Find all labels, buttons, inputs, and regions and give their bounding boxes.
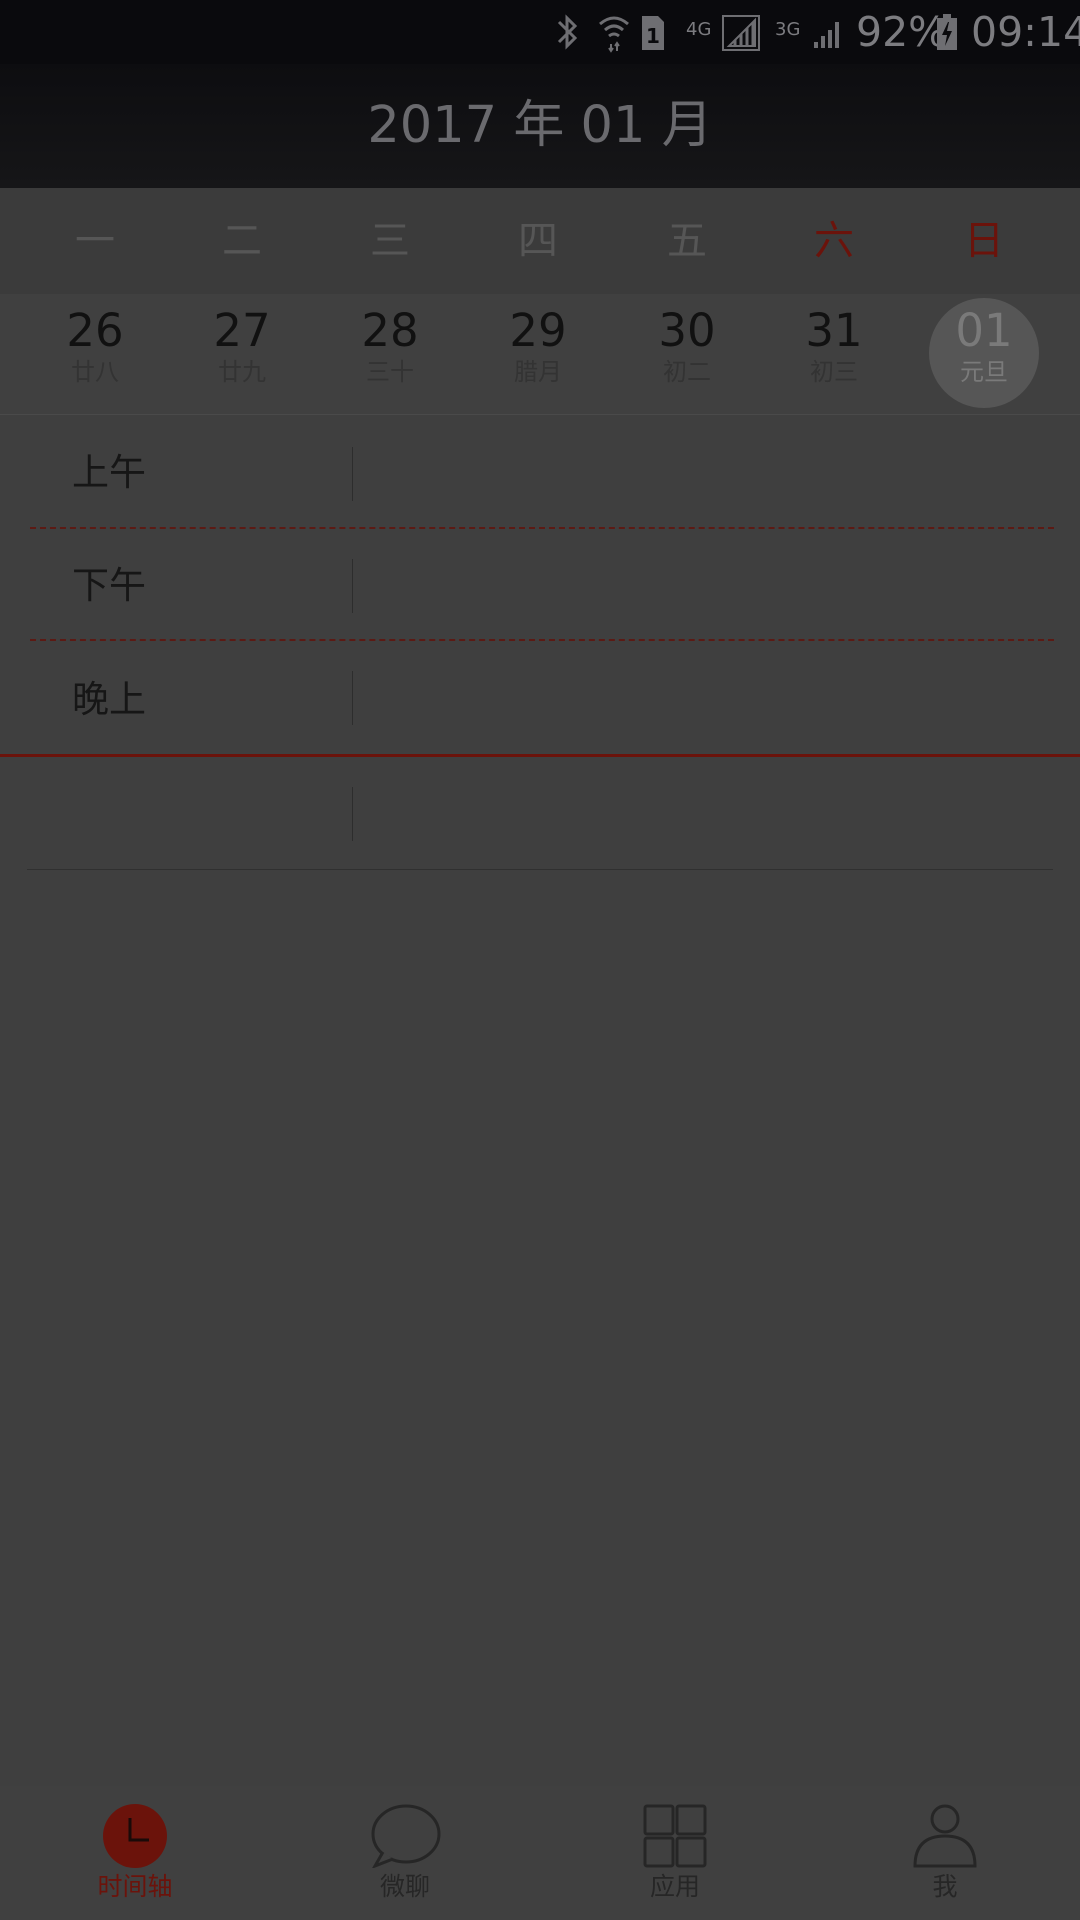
nav-label: 应用 [649, 1872, 700, 1901]
day-cell[interactable]: 26 廿八 [21, 294, 169, 414]
period-afternoon[interactable]: 下午 [0, 528, 1080, 640]
nav-me[interactable]: 我 [810, 1786, 1080, 1920]
signal-4g-icon [722, 15, 760, 51]
bottom-nav: 时间轴 微聊 应用 我 [0, 1786, 1080, 1920]
day-number: 27 [213, 304, 271, 357]
timeline-divider [352, 671, 353, 725]
day-number: 30 [658, 304, 716, 357]
timeline-divider [352, 559, 353, 613]
day-number: 28 [361, 304, 419, 357]
row-separator [27, 869, 1053, 870]
timeline-divider [352, 787, 353, 841]
wifi-icon [599, 16, 629, 53]
nav-label: 微聊 [379, 1872, 430, 1901]
nav-label: 我 [932, 1872, 958, 1901]
weekday-thu: 四 [518, 218, 558, 264]
status-bar: 1 4G 3G 92% 09:14 [0, 0, 1080, 64]
weekday-fri: 五 [667, 218, 707, 264]
apps-grid-icon [643, 1804, 707, 1868]
weekday-mon: 一 [75, 218, 115, 264]
clock-icon [103, 1804, 167, 1868]
day-number: 26 [66, 304, 124, 357]
clock-time: 09:14 [971, 8, 1080, 56]
network-4g-label: 4G [686, 19, 712, 40]
day-number: 29 [509, 304, 567, 357]
network-3g-label: 3G [775, 19, 801, 40]
weekday-header: 一 二 三 四 五 六 日 [0, 188, 1080, 294]
weekday-wed: 三 [370, 218, 410, 264]
day-cell[interactable]: 29 腊月 [464, 294, 612, 414]
lunar-date: 元旦 [960, 358, 1008, 386]
day-cell[interactable]: 28 三十 [316, 294, 464, 414]
battery-charging-icon [937, 14, 957, 50]
day-cell[interactable]: 30 初二 [613, 294, 761, 414]
day-cell[interactable]: 27 廿九 [168, 294, 316, 414]
lunar-date: 初三 [810, 358, 858, 386]
day-number: 01 [955, 304, 1013, 357]
period-label-afternoon: 下午 [72, 564, 146, 607]
weekday-sun: 日 [964, 218, 1004, 264]
lunar-date: 三十 [366, 358, 414, 386]
lunar-date: 廿八 [71, 358, 119, 386]
page-title[interactable]: 2017 年 01 月 [0, 64, 1080, 188]
weekday-tue: 二 [222, 218, 262, 264]
period-label-evening: 晚上 [72, 678, 146, 721]
nav-apps[interactable]: 应用 [540, 1786, 810, 1920]
day-cell-selected[interactable]: 01 元旦 [910, 294, 1058, 414]
svg-text:1: 1 [646, 24, 660, 48]
nav-chat[interactable]: 微聊 [270, 1786, 540, 1920]
lunar-date: 腊月 [514, 358, 562, 386]
period-evening[interactable]: 晚上 [0, 641, 1080, 753]
timeline-divider [352, 447, 353, 501]
lunar-date: 廿九 [218, 358, 266, 386]
app-header: 2017 年 01 月 [0, 64, 1080, 189]
bluetooth-icon [557, 14, 578, 50]
nav-timeline[interactable]: 时间轴 [0, 1786, 270, 1920]
day-number: 31 [805, 304, 863, 357]
day-cell[interactable]: 31 初三 [760, 294, 908, 414]
lunar-date: 初二 [663, 358, 711, 386]
period-label-morning: 上午 [72, 451, 146, 494]
timeline-empty-row [0, 757, 1080, 869]
battery-percent: 92% [856, 8, 948, 56]
weekday-sat: 六 [814, 218, 854, 264]
sim1-icon: 1 [642, 16, 664, 50]
nav-label: 时间轴 [97, 1872, 173, 1901]
signal-3g-icon [814, 22, 839, 48]
person-icon [913, 1804, 977, 1868]
period-morning[interactable]: 上午 [0, 414, 1080, 526]
chat-bubble-icon [371, 1804, 441, 1868]
